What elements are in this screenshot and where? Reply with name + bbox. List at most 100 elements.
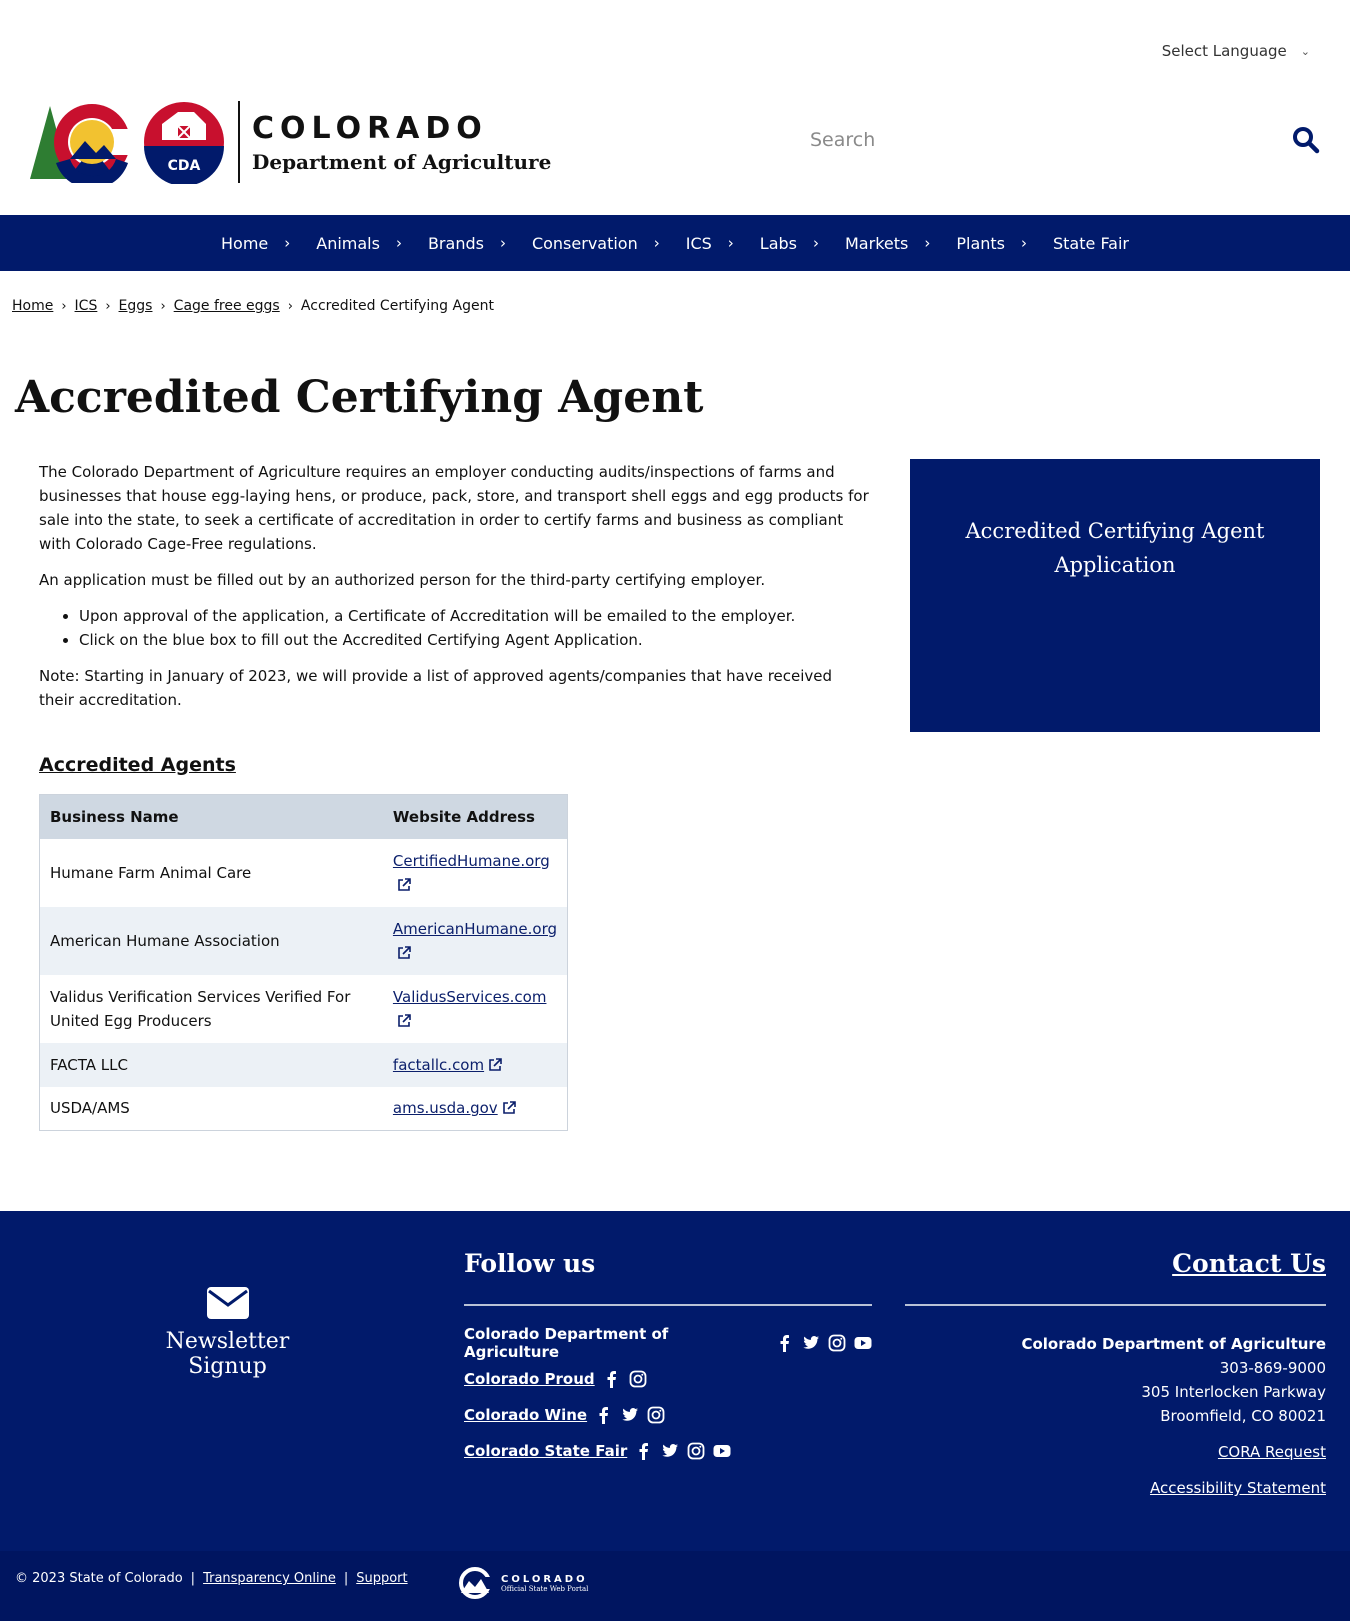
contact-section: Contact Us Colorado Department of Agricu… xyxy=(905,1249,1326,1500)
website-link[interactable]: ams.usda.gov xyxy=(393,1099,498,1117)
twitter-icon[interactable] xyxy=(661,1442,679,1460)
agents-table: Business Name Website Address Humane Far… xyxy=(39,794,568,1131)
nav-label: Conservation xyxy=(531,233,638,253)
social-row-label: Colorado Department of Agriculture xyxy=(464,1325,669,1361)
accessibility-statement-link[interactable]: Accessibility Statement xyxy=(1150,1479,1326,1497)
nav-item-conservation[interactable]: Conservation › xyxy=(532,234,660,253)
nav-label: State Fair xyxy=(1053,233,1129,253)
breadcrumb: Home › ICS › Eggs › Cage free eggs › Acc… xyxy=(12,298,494,314)
business-name-cell: USDA/AMS xyxy=(50,1099,130,1118)
website-cell: ValidusServices.com xyxy=(383,975,568,1043)
footer-separator: | xyxy=(343,1571,349,1586)
instagram-icon[interactable] xyxy=(647,1406,665,1424)
nav-item-animals[interactable]: Animals › xyxy=(316,234,402,253)
nav-label: Home xyxy=(221,233,269,253)
facebook-icon[interactable] xyxy=(635,1442,653,1460)
nav-item-home[interactable]: Home › xyxy=(221,234,290,253)
chevron-right-icon: › xyxy=(727,234,734,252)
social-row: Colorado Proud xyxy=(464,1368,872,1390)
chevron-right-icon: › xyxy=(653,234,660,252)
facebook-icon[interactable] xyxy=(776,1334,794,1352)
website-cell: CertifiedHumane.org xyxy=(383,839,568,907)
twitter-icon[interactable] xyxy=(802,1334,820,1352)
table-row: Validus Verification Services Verified F… xyxy=(40,975,568,1043)
facebook-icon[interactable] xyxy=(603,1370,621,1388)
youtube-icon[interactable] xyxy=(854,1334,872,1352)
portal-subtitle: Official State Web Portal xyxy=(501,1584,589,1593)
main-nav: Home › Animals › Brands › Conservation › ICS… xyxy=(0,215,1350,271)
business-name-cell: Validus Verification Services Verified F… xyxy=(50,987,351,1030)
application-button-label: Accredited Certifying Agent Application xyxy=(965,519,1265,577)
external-link-icon xyxy=(398,1013,411,1027)
contact-address-line1: 305 Interlocken Parkway xyxy=(1141,1383,1326,1401)
nav-label: ICS xyxy=(685,233,712,253)
external-link-icon xyxy=(489,1057,502,1071)
cora-request-link[interactable]: CORA Request xyxy=(1218,1443,1326,1461)
colorado-state-fair-link[interactable]: Colorado State Fair xyxy=(464,1442,627,1460)
transparency-online-link[interactable]: Transparency Online xyxy=(203,1571,336,1586)
search-placeholder: Search xyxy=(810,129,876,151)
list-item: Upon approval of the application, a Cert… xyxy=(79,604,869,628)
colorado-wine-link[interactable]: Colorado Wine xyxy=(464,1406,587,1424)
logo-wordmark-top: COLORADO xyxy=(252,110,488,146)
nav-item-plants[interactable]: Plants › xyxy=(956,234,1027,253)
contact-org: Colorado Department of Agriculture xyxy=(1021,1335,1326,1353)
breadcrumb-eggs[interactable]: Eggs xyxy=(119,298,153,314)
instagram-icon[interactable] xyxy=(687,1442,705,1460)
chevron-right-icon: › xyxy=(1021,234,1027,252)
follow-divider xyxy=(464,1304,872,1306)
table-row: USDA/AMS ams.usda.gov xyxy=(40,1087,568,1131)
nav-item-brands[interactable]: Brands › xyxy=(428,234,506,253)
nav-item-markets[interactable]: Markets › xyxy=(845,234,930,253)
footer-separator: | xyxy=(190,1571,196,1586)
logo-badge-text: CDA xyxy=(168,158,201,174)
application-button[interactable]: Accredited Certifying Agent Application xyxy=(910,459,1320,732)
state-portal-logo[interactable]: COLORADO Official State Web Portal xyxy=(455,1567,588,1599)
breadcrumb-home[interactable]: Home xyxy=(12,298,53,314)
social-row: Colorado Department of Agriculture xyxy=(464,1325,872,1361)
external-link-icon xyxy=(398,877,411,891)
website-link[interactable]: ValidusServices.com xyxy=(393,988,547,1006)
breadcrumb-cage-free-eggs[interactable]: Cage free eggs xyxy=(174,298,280,314)
search-input[interactable]: Search xyxy=(810,118,1320,162)
breadcrumb-ics[interactable]: ICS xyxy=(75,298,98,314)
chevron-right-icon: › xyxy=(499,234,506,252)
social-row: Colorado State Fair xyxy=(464,1440,872,1462)
column-header-website: Website Address xyxy=(382,794,568,839)
instagram-icon[interactable] xyxy=(828,1334,846,1352)
website-link[interactable]: AmericanHumane.org xyxy=(393,920,557,938)
social-row: Colorado Wine xyxy=(464,1404,872,1426)
website-link[interactable]: CertifiedHumane.org xyxy=(393,852,550,870)
external-link-icon xyxy=(398,945,411,959)
envelope-icon xyxy=(206,1287,249,1319)
search-icon[interactable] xyxy=(1292,126,1320,154)
colorado-proud-link[interactable]: Colorado Proud xyxy=(464,1370,595,1388)
nav-item-ics[interactable]: ICS › xyxy=(686,234,734,253)
cda-logo[interactable]: CDA COLORADO Department of Agriculture xyxy=(30,100,551,184)
website-link[interactable]: factallc.com xyxy=(393,1056,484,1074)
chevron-right-icon: › xyxy=(395,234,402,252)
facebook-icon[interactable] xyxy=(595,1406,613,1424)
nav-label: Plants xyxy=(956,233,1005,253)
language-select[interactable]: Select Language ⌄ xyxy=(1162,42,1310,60)
page-title: Accredited Certifying Agent xyxy=(15,372,704,423)
copyright-text: © 2023 State of Colorado xyxy=(15,1571,183,1586)
instagram-icon[interactable] xyxy=(629,1370,647,1388)
website-cell: factallc.com xyxy=(382,1042,568,1087)
contact-divider xyxy=(905,1304,1326,1306)
newsletter-signup-link[interactable]: Newsletter Signup xyxy=(125,1287,330,1379)
cda-barn-badge-icon: CDA xyxy=(144,102,224,184)
youtube-icon[interactable] xyxy=(713,1442,731,1460)
nav-item-labs[interactable]: Labs › xyxy=(760,234,819,253)
table-header-row: Business Name Website Address xyxy=(39,794,568,839)
nav-item-state-fair[interactable]: State Fair xyxy=(1053,234,1129,253)
nav-label: Markets xyxy=(845,233,909,253)
contact-us-link[interactable]: Contact Us xyxy=(905,1249,1326,1278)
chevron-right-icon: › xyxy=(924,234,931,252)
twitter-icon[interactable] xyxy=(621,1406,639,1424)
website-cell: AmericanHumane.org xyxy=(382,906,568,975)
chevron-right-icon: › xyxy=(284,234,291,252)
follow-heading: Follow us xyxy=(464,1249,596,1278)
support-link[interactable]: Support xyxy=(356,1571,407,1586)
table-row: American Humane Association AmericanHuma… xyxy=(39,906,568,975)
